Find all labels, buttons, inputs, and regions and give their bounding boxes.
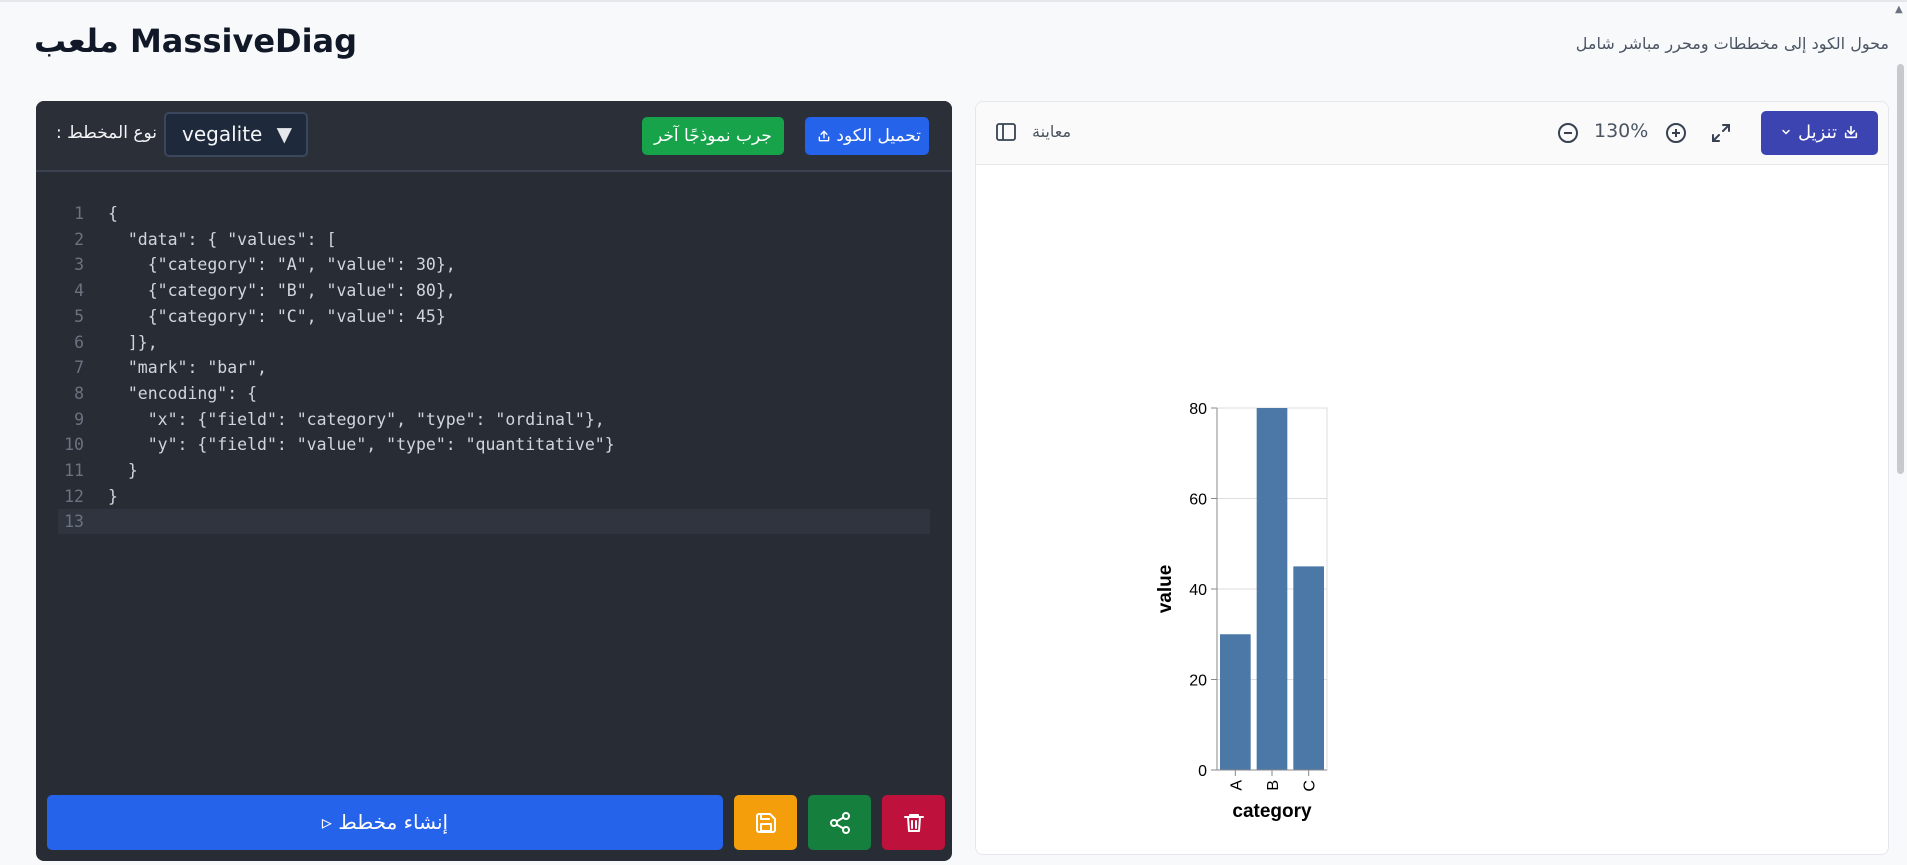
zoom-in-icon[interactable] (1664, 121, 1688, 145)
code-line[interactable]: 13 (58, 509, 930, 535)
download-icon (1844, 125, 1857, 139)
diagram-type-label: نوع المخطط : (56, 123, 157, 143)
code-text: "mark": "bar", (108, 358, 267, 378)
generate-diagram-button[interactable]: إنشاء مخطط ▹ (47, 795, 723, 850)
code-line[interactable]: 1{ (58, 201, 930, 226)
y-tick-label: 80 (1189, 401, 1207, 418)
download-label: تنزيل (1797, 122, 1837, 143)
diagram-type-select[interactable]: vegalite ▼ (164, 112, 308, 157)
code-line[interactable]: 5 {"category": "C", "value": 45} (58, 304, 930, 329)
line-number: 6 (74, 332, 84, 352)
line-number: 7 (74, 358, 84, 378)
code-line[interactable]: 10 "y": {"field": "value", "type": "quan… (58, 432, 930, 457)
code-text: "y": {"field": "value", "type": "quantit… (108, 435, 615, 455)
code-text: {"category": "C", "value": 45} (108, 306, 446, 326)
code-text: ]}, (108, 332, 158, 352)
bar-chart: 0 20 40 60 80 A B Ccategory value (1155, 401, 1328, 822)
line-number: 13 (64, 512, 84, 532)
share-button[interactable] (808, 795, 871, 850)
line-number: 12 (64, 486, 84, 506)
line-number: 11 (64, 461, 84, 480)
code-text: "data": { "values": [ (108, 229, 337, 249)
code-text: "x": {"field": "category", "type": "ordi… (108, 409, 605, 429)
line-number: 10 (64, 435, 84, 455)
line-number: 1 (74, 204, 84, 223)
y-tick-label: 0 (1198, 763, 1207, 780)
trash-icon (903, 813, 924, 832)
x-tick-label: C (1302, 780, 1319, 792)
editor-toolbar: نوع المخطط : vegalite ▼ جرب نموذجًا آخر … (36, 101, 952, 172)
zoom-level: 130% (1594, 120, 1649, 142)
code-text: "encoding": { (108, 383, 258, 403)
save-button[interactable] (734, 795, 797, 850)
code-text: {"category": "B", "value": 80}, (108, 281, 456, 301)
preview-panel: معاينة 130% تنزيل 0 20 40 60 80 A B Ccategory va… (975, 101, 1889, 855)
upload-code-button[interactable]: تحميل الكود (805, 117, 929, 155)
y-tick-label: 40 (1189, 582, 1207, 599)
page-title: ملعب MassiveDiag (34, 22, 358, 60)
bar-b (1256, 408, 1288, 770)
code-text: } (108, 461, 138, 480)
page-scrollbar[interactable] (1897, 64, 1904, 474)
preview-label: معاينة (1032, 122, 1072, 141)
code-line[interactable]: 2 "data": { "values": [ (58, 227, 930, 252)
sidebar-toggle-icon[interactable] (994, 120, 1018, 144)
editor-panel: نوع المخطط : vegalite ▼ جرب نموذجًا آخر … (36, 101, 952, 861)
fullscreen-icon[interactable] (1709, 121, 1733, 145)
code-line[interactable]: 11 } (58, 458, 930, 483)
download-button[interactable]: تنزيل (1761, 111, 1878, 155)
x-tick-label: A (1228, 780, 1245, 791)
line-number: 3 (74, 255, 84, 275)
preview-toolbar: معاينة 130% تنزيل (976, 102, 1888, 165)
try-sample-button[interactable]: جرب نموذجًا آخر (642, 117, 784, 155)
code-text: { (108, 204, 118, 223)
code-line[interactable]: 8 "encoding": { (58, 381, 930, 406)
y-axis-title: value (1155, 565, 1176, 614)
code-line[interactable]: 3 {"category": "A", "value": 30}, (58, 252, 930, 277)
x-tick-label: B (1265, 780, 1282, 791)
code-text: {"category": "A", "value": 30}, (108, 255, 456, 275)
x-axis-title: category (1232, 801, 1312, 822)
code-line[interactable]: 9 "x": {"field": "category", "type": "or… (58, 407, 930, 432)
line-number: 9 (74, 409, 84, 429)
y-tick-label: 20 (1189, 673, 1207, 690)
bar-a (1220, 634, 1251, 770)
dropdown-arrow-icon: ▼ (276, 122, 292, 146)
line-number: 4 (74, 281, 84, 301)
code-line[interactable]: 6 ]}, (58, 330, 930, 355)
scroll-up-arrow[interactable]: ▲ (1895, 4, 1903, 15)
upload-icon (818, 130, 830, 142)
line-number: 2 (74, 229, 84, 249)
code-text: } (108, 486, 118, 506)
code-line[interactable]: 4 {"category": "B", "value": 80}, (58, 278, 930, 303)
share-icon (829, 811, 850, 834)
code-editor[interactable]: 1{2 "data": { "values": [3 {"category": … (36, 201, 952, 641)
bar-c (1293, 566, 1324, 770)
chevron-down-icon (1782, 129, 1790, 135)
y-tick-label: 60 (1189, 492, 1207, 509)
code-line[interactable]: 7 "mark": "bar", (58, 355, 930, 380)
diagram-type-value: vegalite (182, 122, 263, 146)
top-border (0, 0, 1907, 2)
upload-code-label: تحميل الكود (836, 126, 921, 146)
code-line[interactable]: 12} (58, 484, 930, 509)
line-number: 5 (74, 306, 84, 326)
page-subtitle: محول الكود إلى مخططات ومحرر مباشر شامل (1575, 34, 1889, 53)
save-icon (755, 812, 776, 833)
delete-button[interactable] (882, 795, 945, 850)
line-number: 8 (74, 383, 84, 403)
zoom-out-icon[interactable] (1556, 121, 1580, 145)
